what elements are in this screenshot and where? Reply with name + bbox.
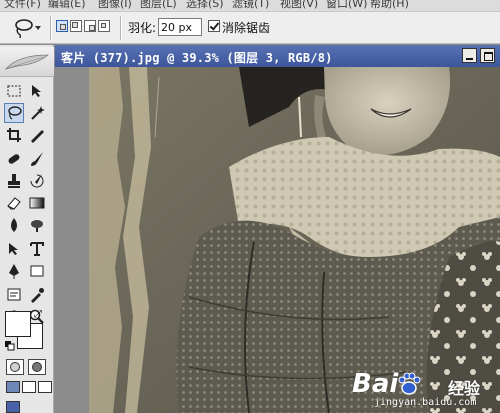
brush-icon [31,152,43,166]
image-canvas[interactable]: Bai 经验 jingyan.baidu.com [89,67,500,413]
brush-tool[interactable] [27,149,47,169]
screen-mode-full-menu[interactable] [22,381,36,393]
eraser-icon [7,197,21,210]
shape-icon [30,265,44,277]
watermark-brand: Bai [352,369,399,399]
screen-mode-standard[interactable] [6,381,20,393]
move-icon [32,85,41,97]
menu-select[interactable]: 选择(S) [186,0,224,11]
menu-filter[interactable]: 滤镜(T) [232,0,269,11]
path-selection-icon [9,243,18,255]
pen-icon [9,264,19,279]
options-bar: 羽化: 消除锯齿 [0,12,500,44]
standard-mode-button[interactable] [6,359,24,375]
menu-file[interactable]: 文件(F) [4,0,41,11]
history-brush-tool[interactable] [27,171,47,191]
intersect-selection-button[interactable] [98,20,110,32]
eraser-tool[interactable] [4,193,24,213]
watermark-jingyan: 经验 [448,379,481,398]
eyedropper-tool[interactable] [27,285,47,305]
pen-tool[interactable] [4,261,24,281]
menu-view[interactable]: 视图(V) [280,0,318,11]
healing-brush-icon [8,154,20,164]
document-title: 客片 (377).jpg @ 39.3% (图层 3, RGB/8) [61,51,333,65]
feather-logo-icon [4,54,50,70]
dodge-icon [31,220,43,232]
lasso-tool[interactable] [4,103,24,123]
divider [50,16,52,40]
gradient-icon [29,197,45,209]
subtract-from-selection-button[interactable] [84,20,96,32]
marquee-tool[interactable] [4,81,24,101]
foreground-color-swatch[interactable] [5,311,31,337]
clone-stamp-tool[interactable] [4,171,24,191]
marquee-icon [7,85,21,97]
shape-tool[interactable] [27,261,47,281]
type-tool[interactable] [27,239,47,259]
notes-icon [7,288,21,301]
clone-stamp-icon [8,174,20,188]
watermark-url: jingyan.baidu.com [374,397,477,408]
document-titlebar[interactable]: 客片 (377).jpg @ 39.3% (图层 3, RGB/8) [55,45,500,67]
type-icon [30,242,44,256]
eyedropper-icon [31,288,44,303]
minimize-button[interactable] [462,48,477,63]
magic-wand-tool[interactable] [27,103,47,123]
maximize-button[interactable] [480,48,495,63]
menu-help[interactable]: 帮助(H) [370,0,409,11]
baidu-paw-icon [398,372,421,395]
antialias-checkbox[interactable] [208,20,220,32]
crop-tool[interactable] [4,125,24,145]
jump-to-imageready-button[interactable] [6,401,20,413]
baidu-watermark: Bai 经验 jingyan.baidu.com [352,369,492,409]
quick-mask-button[interactable] [28,359,46,375]
swap-colors-icon[interactable]: ⤢ [34,309,42,320]
slice-tool[interactable] [27,125,47,145]
feather-input[interactable] [158,18,202,36]
document-window: 客片 (377).jpg @ 39.3% (图层 3, RGB/8) Bai 经… [55,45,500,413]
history-brush-icon [30,174,44,188]
blur-icon [11,218,17,232]
menu-window[interactable]: 窗口(W) [326,0,367,11]
feather-label: 羽化: [128,21,157,35]
slice-icon [31,130,44,143]
menu-edit[interactable]: 编辑(E) [48,0,86,11]
move-tool[interactable] [27,81,47,101]
lasso-icon [15,19,33,39]
healing-brush-tool[interactable] [4,149,24,169]
chevron-down-icon [35,26,41,30]
notes-tool[interactable] [4,285,24,305]
default-colors-icon[interactable] [5,341,15,351]
toolbox: ⤢ [0,45,54,413]
toolbox-header [0,47,54,77]
lasso-icon [8,106,22,120]
add-to-selection-button[interactable] [70,20,82,32]
crop-icon [7,128,21,142]
new-selection-button[interactable] [56,20,68,32]
menu-image[interactable]: 图像(I) [98,0,132,11]
selection-mode-group [56,20,112,36]
menu-bar: 文件(F) 编辑(E) 图像(I) 图层(L) 选择(S) 滤镜(T) 视图(V… [0,0,500,12]
menu-layer[interactable]: 图层(L) [140,0,177,11]
magic-wand-icon [31,106,45,120]
screen-mode-full[interactable] [38,381,52,393]
tool-preset-picker[interactable] [10,17,46,39]
canvas-margin [55,67,89,413]
divider [120,16,122,40]
blur-tool[interactable] [4,215,24,235]
path-selection-tool[interactable] [4,239,24,259]
photo [89,67,500,413]
gradient-tool[interactable] [27,193,47,213]
dodge-tool[interactable] [27,215,47,235]
antialias-label: 消除锯齿 [222,21,271,35]
